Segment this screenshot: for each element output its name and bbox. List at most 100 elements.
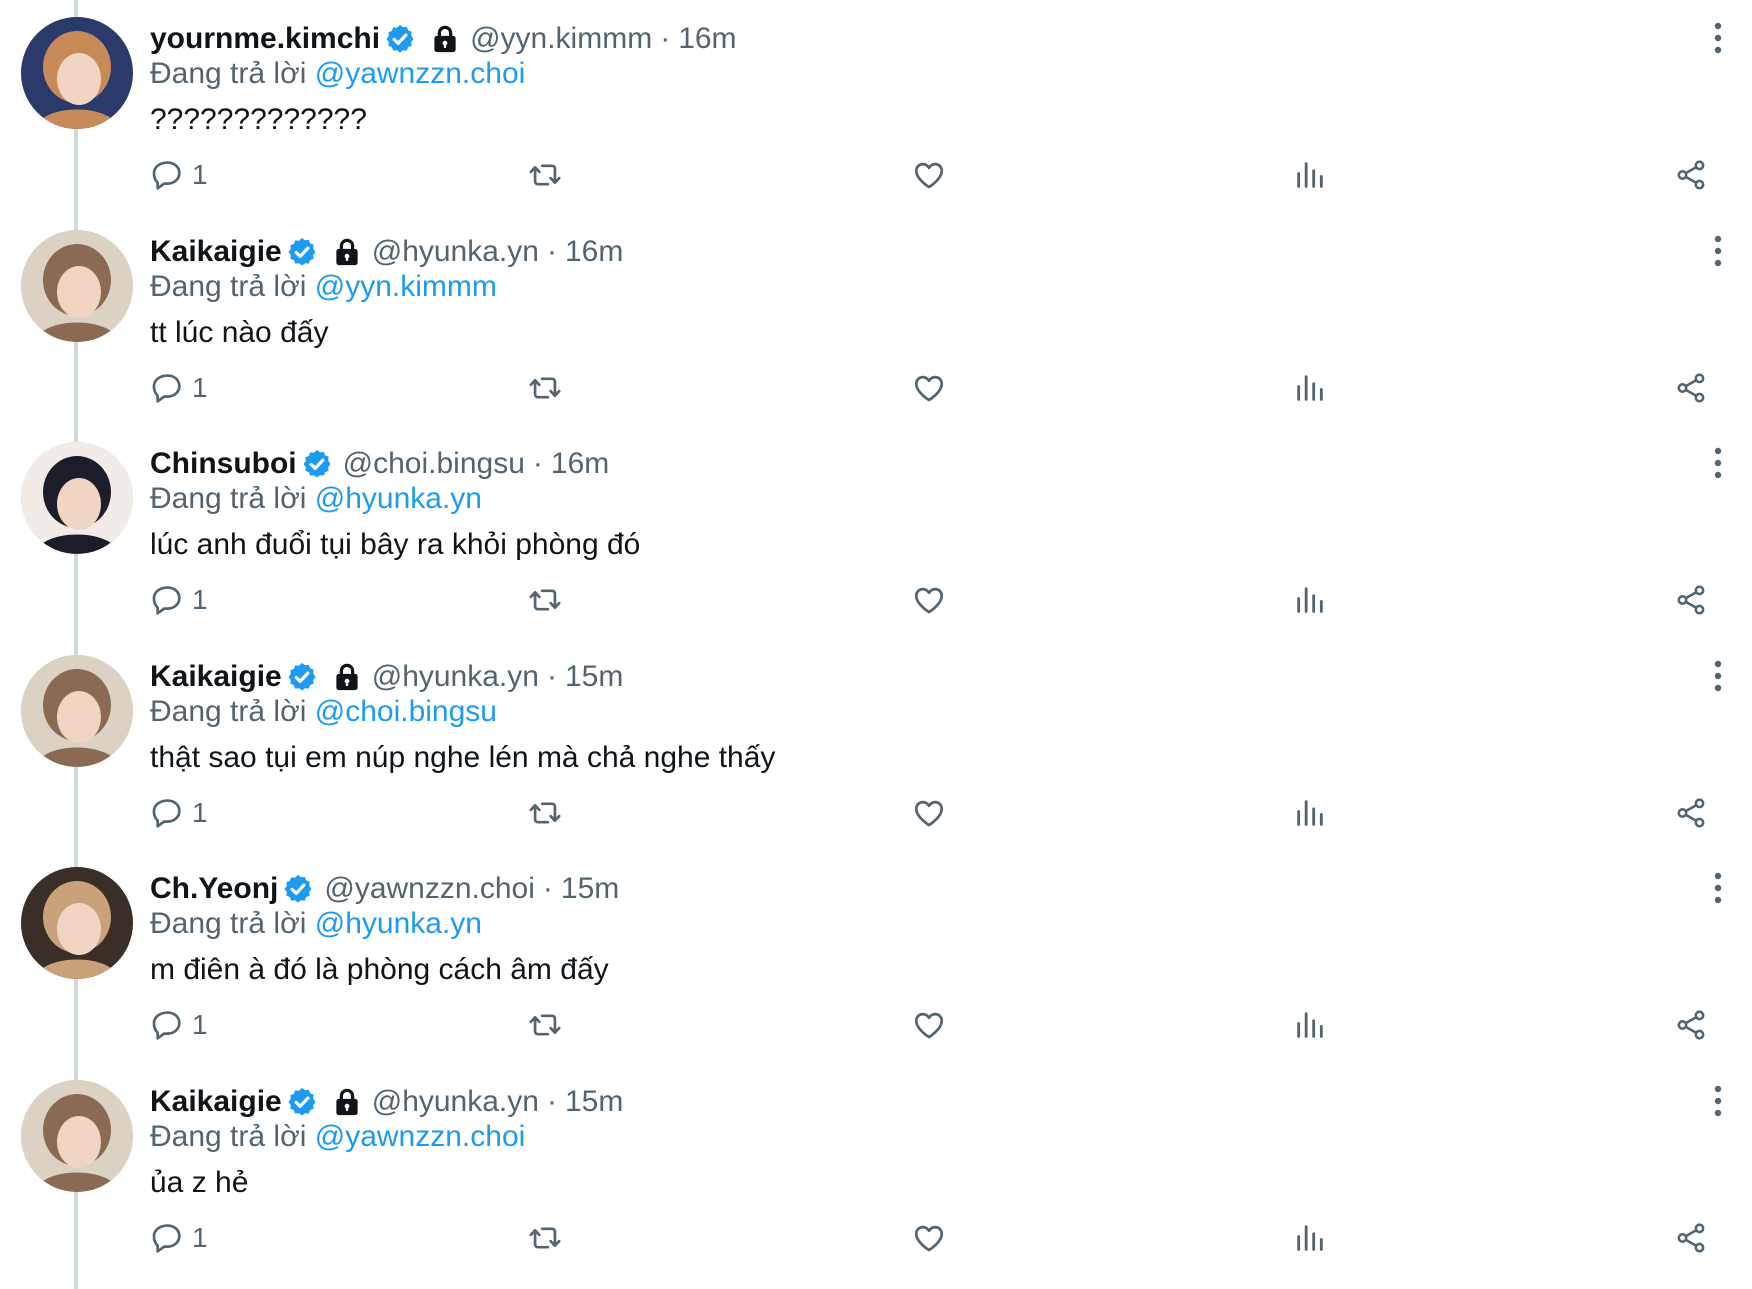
tweet-text: tt lúc nào đấy [150, 315, 329, 349]
more-vertical-icon[interactable] [1706, 658, 1730, 694]
timestamp[interactable]: 15m [565, 656, 623, 698]
reply-bubble-icon [152, 1011, 181, 1040]
reply-mention-link[interactable]: @yyn.kimmm [315, 270, 497, 303]
reply-bubble-icon [152, 373, 181, 403]
avatar[interactable] [21, 17, 133, 129]
tweet[interactable]: Ch.Yeonj @yawnzzn.choi · 15m Đang trả lờ… [0, 850, 1752, 1066]
tweet[interactable]: yournme.kimchi @yyn.kimmm · 16m Đang trả… [0, 0, 1752, 216]
views-button[interactable] [1293, 1218, 1327, 1258]
retweet-button[interactable] [528, 793, 562, 833]
tweet-text: m điên à đó là phòng cách âm đấy [150, 953, 609, 986]
reply-button[interactable]: 1 [150, 155, 208, 195]
views-button[interactable] [1293, 1005, 1327, 1045]
retweet-icon [529, 589, 561, 611]
protected-lock-icon [336, 238, 358, 265]
timestamp[interactable]: 16m [678, 18, 736, 60]
reply-mention-link[interactable]: @hyunka.yn [315, 482, 482, 515]
share-button[interactable] [1674, 368, 1708, 408]
replying-to-line: Đang trả lời @hyunka.yn [150, 478, 482, 520]
reply-count: 1 [192, 159, 208, 190]
reply-button[interactable]: 1 [150, 580, 208, 620]
avatar-image [21, 1079, 133, 1192]
avatar-image [21, 17, 133, 129]
share-button[interactable] [1674, 1005, 1708, 1045]
reply-button[interactable]: 1 [150, 1218, 208, 1258]
more-vertical-icon[interactable] [1706, 1083, 1730, 1119]
reply-button[interactable]: 1 [150, 1005, 208, 1045]
timestamp[interactable]: 15m [565, 1081, 623, 1123]
tweet[interactable]: Kaikaigie @hyunka.yn · 15m Đang trả lời … [0, 1063, 1752, 1279]
reply-mention-link[interactable]: @yawnzzn.choi [315, 1120, 526, 1153]
share-button[interactable] [1674, 793, 1708, 833]
replying-to-line: Đang trả lời @choi.bingsu [150, 691, 497, 733]
separator-dot: · [660, 22, 671, 55]
like-button[interactable] [912, 793, 946, 833]
share-icon [1677, 1222, 1705, 1253]
replying-to-label: Đang trả lời [150, 269, 315, 303]
views-bar-chart-icon [1297, 1224, 1323, 1251]
separator-dot: · [546, 659, 557, 693]
reply-bubble-icon [152, 798, 181, 828]
retweet-button[interactable] [528, 1005, 562, 1045]
like-button[interactable] [912, 155, 946, 195]
tweet-text: lúc anh đuổi tụi bây ra khỏi phòng đó [150, 528, 641, 561]
timestamp[interactable]: 15m [561, 868, 619, 910]
timestamp[interactable]: 16m [551, 443, 609, 485]
timestamp[interactable]: 16m [565, 231, 623, 273]
share-icon [1677, 1010, 1705, 1040]
more-vertical-icon[interactable] [1706, 20, 1730, 56]
like-button[interactable] [912, 368, 946, 408]
reply-button[interactable]: 1 [150, 368, 208, 408]
reply-count: 1 [192, 1221, 208, 1253]
reply-button[interactable]: 1 [150, 793, 208, 833]
protected-lock-icon [336, 663, 358, 690]
heart-icon [914, 375, 944, 401]
views-button[interactable] [1293, 368, 1327, 408]
retweet-button[interactable] [528, 1218, 562, 1258]
more-vertical-icon[interactable] [1706, 870, 1730, 906]
avatar[interactable] [21, 654, 133, 767]
verified-badge-icon [386, 25, 414, 53]
reply-mention-link[interactable]: @choi.bingsu [315, 695, 497, 728]
tweet-actions: 1 [150, 1218, 1710, 1258]
like-button[interactable] [912, 1218, 946, 1258]
replying-to-label: Đang trả lời [150, 57, 315, 90]
retweet-button[interactable] [528, 580, 562, 620]
views-bar-chart-icon [1297, 162, 1323, 188]
share-button[interactable] [1674, 155, 1708, 195]
more-vertical-icon[interactable] [1706, 445, 1730, 481]
views-button[interactable] [1293, 155, 1327, 195]
reply-bubble-icon [152, 586, 181, 615]
views-button[interactable] [1293, 793, 1327, 833]
replying-to-label: Đang trả lời [150, 1119, 315, 1153]
avatar[interactable] [21, 442, 133, 554]
like-button[interactable] [912, 1005, 946, 1045]
views-bar-chart-icon [1297, 1012, 1323, 1038]
separator-dot: · [532, 447, 543, 480]
tweet[interactable]: Kaikaigie @hyunka.yn · 15m Đang trả lời … [0, 638, 1752, 854]
share-icon [1677, 797, 1705, 828]
separator-dot: · [546, 234, 557, 268]
views-button[interactable] [1293, 580, 1327, 620]
share-icon [1677, 372, 1705, 403]
avatar-image [21, 229, 133, 342]
more-vertical-icon[interactable] [1706, 233, 1730, 269]
reply-mention-link[interactable]: @hyunka.yn [315, 907, 482, 940]
reply-mention-link[interactable]: @yawnzzn.choi [315, 57, 526, 90]
retweet-button[interactable] [528, 368, 562, 408]
verified-badge-icon [303, 450, 331, 478]
tweet[interactable]: Kaikaigie @hyunka.yn · 16m Đang trả lời … [0, 213, 1752, 429]
avatar[interactable] [21, 867, 133, 979]
share-button[interactable] [1674, 580, 1708, 620]
like-button[interactable] [912, 580, 946, 620]
reply-bubble-icon [152, 1223, 181, 1253]
share-icon [1677, 585, 1705, 615]
retweet-button[interactable] [528, 155, 562, 195]
share-button[interactable] [1674, 1218, 1708, 1258]
avatar[interactable] [21, 1079, 133, 1192]
replying-to-label: Đang trả lời [150, 482, 315, 515]
avatar[interactable] [21, 229, 133, 342]
retweet-icon [529, 164, 561, 186]
tweet[interactable]: Chinsuboi @choi.bingsu · 16m Đang trả lờ… [0, 425, 1752, 641]
avatar-image [21, 442, 133, 554]
